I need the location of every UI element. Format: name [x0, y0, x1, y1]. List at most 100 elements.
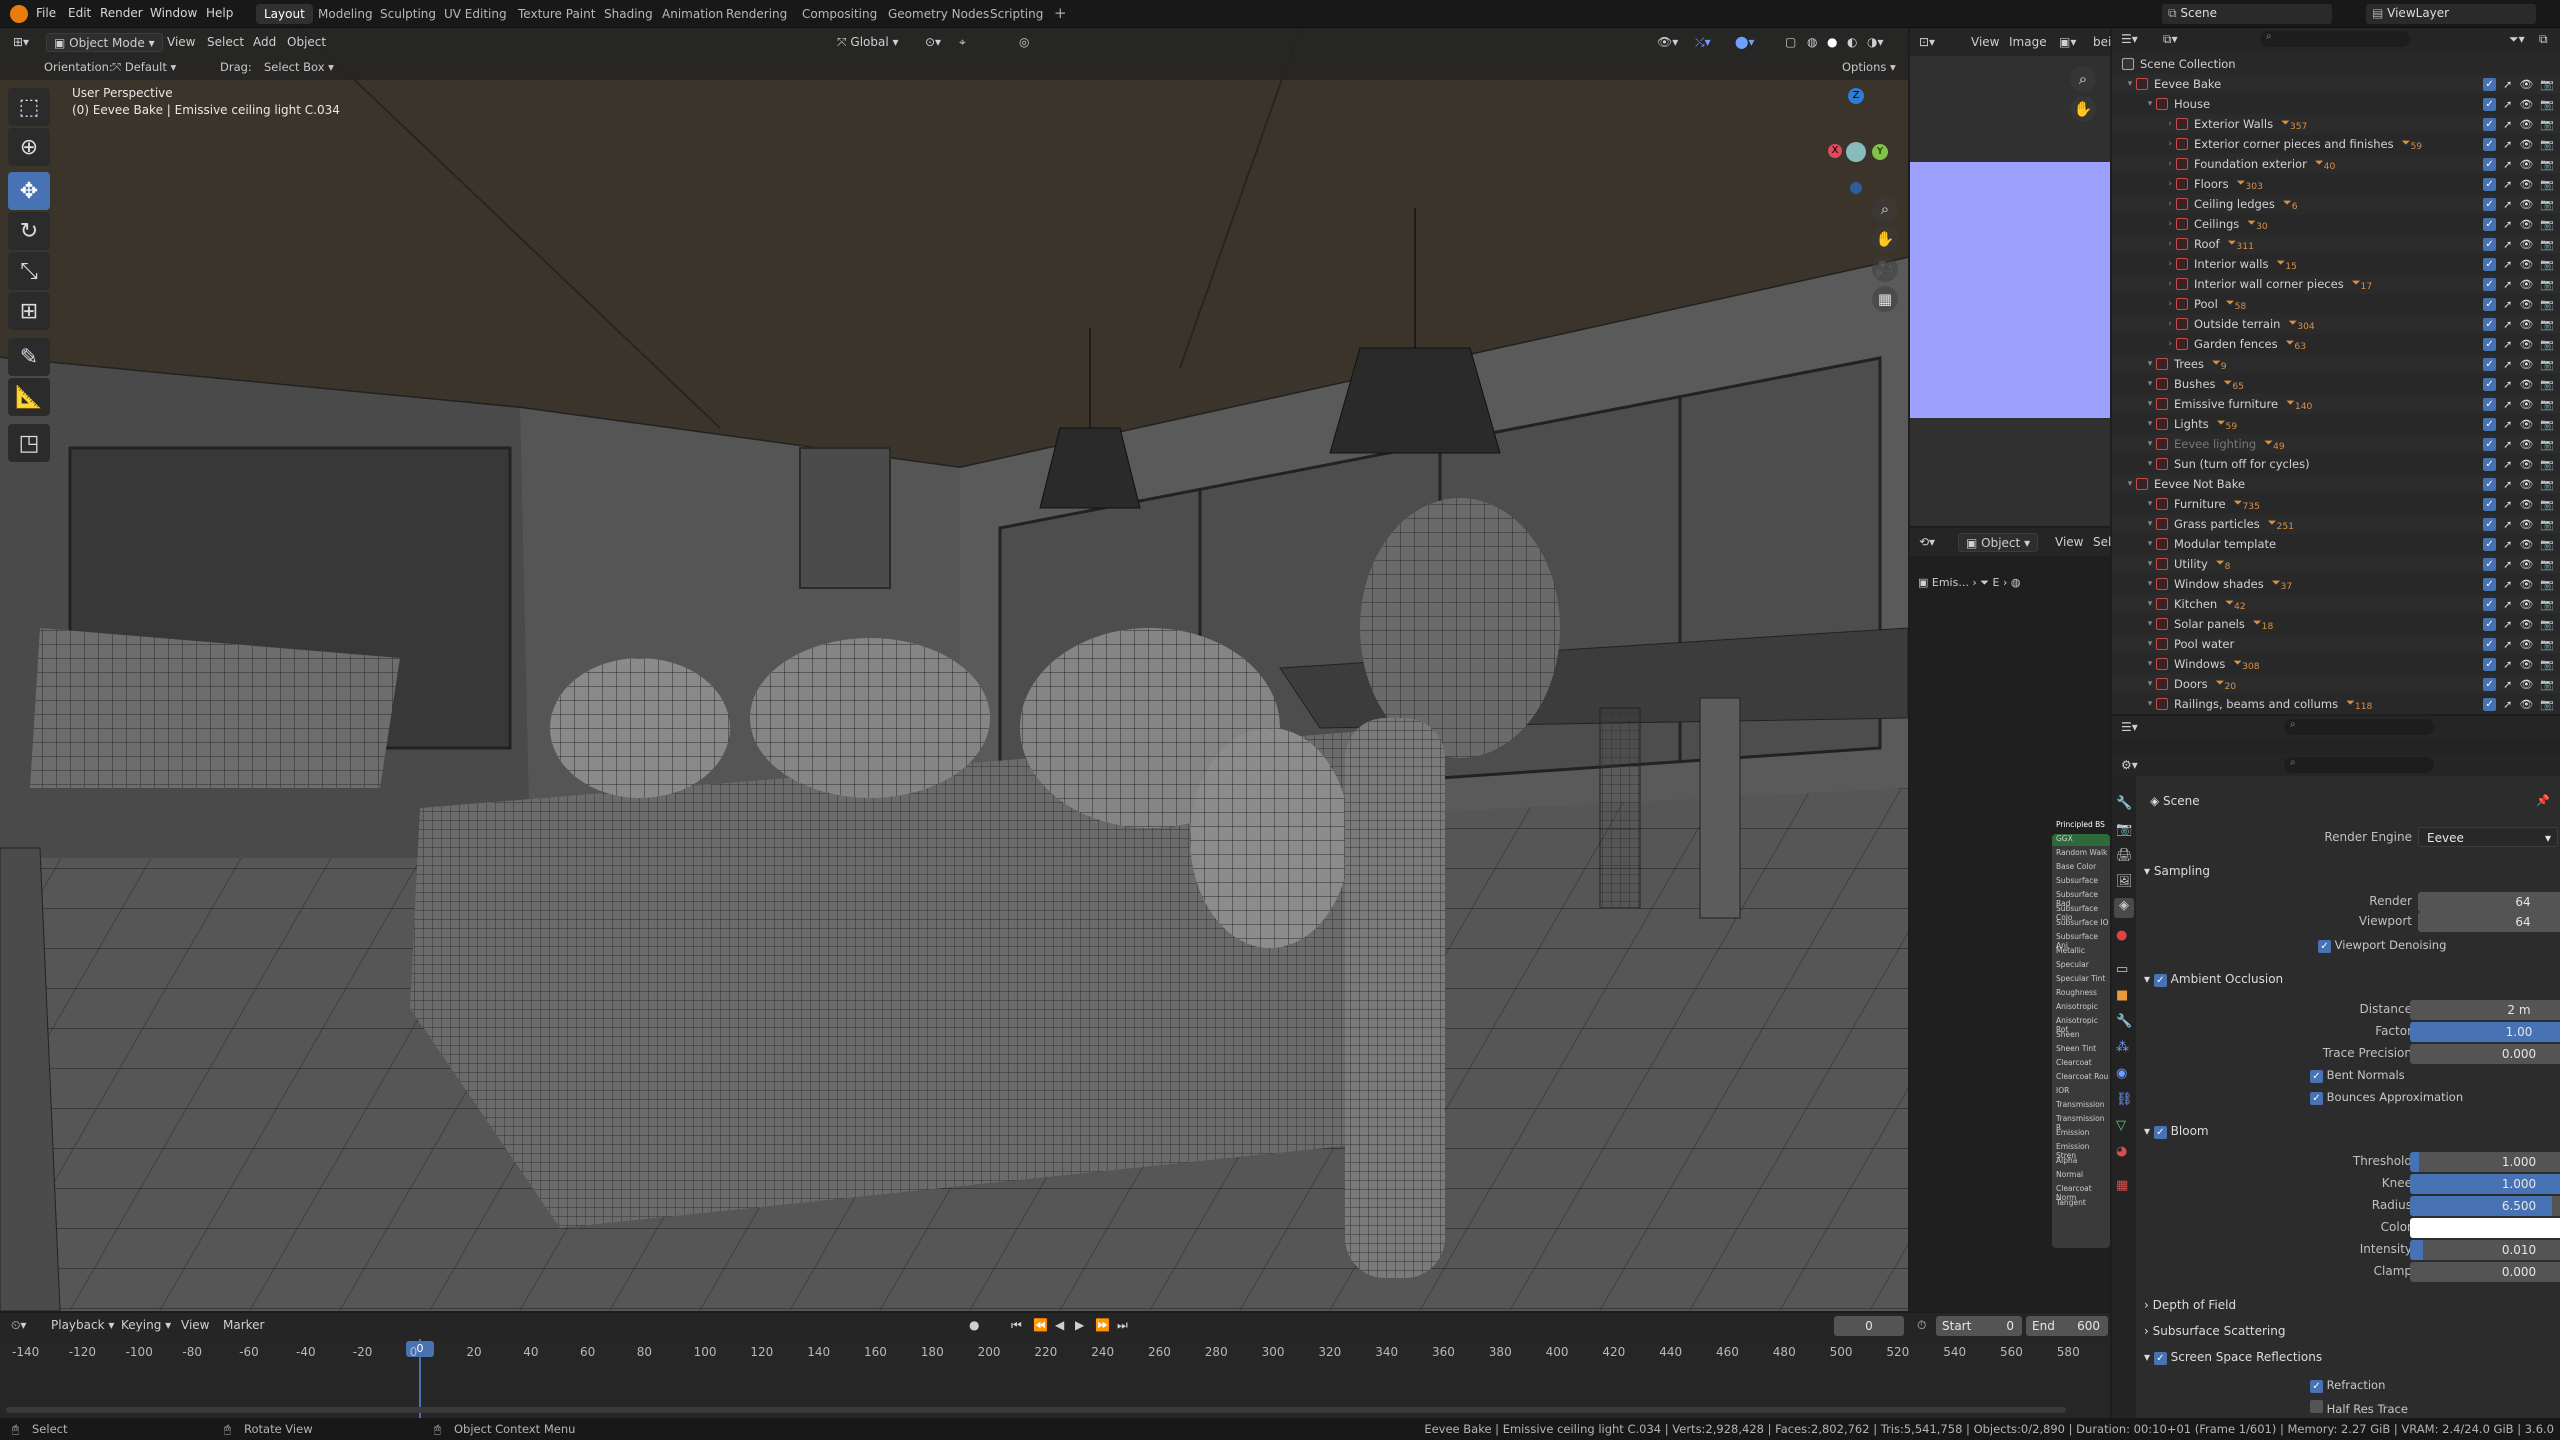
particles-tab-icon[interactable]: ⁂ — [2116, 1040, 2129, 1055]
eye-icon[interactable]: 👁 — [2519, 78, 2533, 91]
object-count-badge[interactable]: ⏷311 — [2228, 236, 2254, 252]
object-count-badge[interactable]: ⏷17 — [2352, 276, 2372, 292]
render-engine-dropdown[interactable]: Eevee ▾ — [2418, 827, 2558, 847]
exclude-checkbox[interactable]: ✓ — [2483, 577, 2497, 591]
collection-tab-icon[interactable]: ▭ — [2116, 962, 2128, 977]
bloom-enable-checkbox[interactable]: ✓ — [2153, 1126, 2167, 1139]
object-count-badge[interactable]: ⏷65 — [2224, 376, 2244, 392]
object-count-badge[interactable]: ⏷304 — [2288, 316, 2314, 332]
eye-icon[interactable]: 👁 — [2519, 358, 2533, 371]
select-box-tool-icon[interactable]: ⬚ — [8, 88, 50, 126]
exclude-checkbox[interactable]: ✓ — [2483, 417, 2497, 431]
eye-icon[interactable]: 👁 — [2519, 278, 2533, 291]
object-count-badge[interactable]: ⏷42 — [2225, 596, 2245, 612]
sss-panel-header[interactable]: › Subsurface Scattering — [2144, 1324, 2285, 1338]
ao-factor-slider[interactable]: 1.00 — [2410, 1022, 2560, 1042]
expand-arrow-icon[interactable]: ▾ — [2144, 559, 2156, 569]
render-camera-icon[interactable]: 📷 — [2540, 658, 2554, 671]
bloom-color-swatch[interactable] — [2410, 1218, 2560, 1238]
exclude-checkbox[interactable]: ✓ — [2483, 117, 2497, 131]
eye-icon[interactable]: 👁 — [2519, 678, 2533, 691]
select-arrow-icon[interactable]: ➚ — [2503, 158, 2512, 171]
outliner-row[interactable]: ▾ Pool water ✓ ➚ 👁 📷 — [2112, 634, 2560, 654]
timeline-type-icon[interactable]: ⏲▾ — [4, 1316, 33, 1335]
eye-icon[interactable]: 👁 — [2519, 138, 2533, 151]
object-count-badge[interactable]: ⏷118 — [2346, 696, 2372, 712]
select-arrow-icon[interactable]: ➚ — [2503, 538, 2512, 551]
orientation-dropdown[interactable]: ⤧ Default ▾ — [112, 60, 176, 75]
expand-arrow-icon[interactable]: ▾ — [2124, 479, 2136, 489]
expand-arrow-icon[interactable]: ▾ — [2144, 459, 2156, 469]
workspace-tab-compositing[interactable]: Compositing — [794, 4, 885, 24]
select-arrow-icon[interactable]: ➚ — [2503, 458, 2512, 471]
blender-logo-icon[interactable] — [10, 5, 28, 23]
object-tab-icon[interactable]: ■ — [2116, 988, 2128, 1003]
properties-editor[interactable]: ☰▾ ⌕ ⚙▾ ⌕ 🔧 📷 🖨 🖼 ◈ ● ▭ ■ 🔧 ⁂ ◉ ⛓ ▽ ◕ ▦ … — [2112, 716, 2560, 1418]
render-camera-icon[interactable]: 📷 — [2540, 278, 2554, 291]
eye-icon[interactable]: 👁 — [2519, 598, 2533, 611]
expand-arrow-icon[interactable]: › — [2164, 119, 2176, 129]
texture-tab-icon[interactable]: ▦ — [2116, 1178, 2128, 1193]
render-camera-icon[interactable]: 📷 — [2540, 98, 2554, 111]
eye-icon[interactable]: 👁 — [2519, 518, 2533, 531]
object-count-badge[interactable]: ⏷9 — [2212, 356, 2227, 372]
eye-icon[interactable]: 👁 — [2519, 658, 2533, 671]
expand-arrow-icon[interactable]: ▾ — [2144, 439, 2156, 449]
node-mode-selector[interactable]: ▣ Object ▾ — [1958, 533, 2039, 552]
outliner-row[interactable]: ▾ Window shades ⏷37 ✓ ➚ 👁 📷 — [2112, 574, 2560, 594]
view-menu[interactable]: View — [160, 33, 202, 52]
object-count-badge[interactable]: ⏷357 — [2281, 116, 2307, 132]
select-arrow-icon[interactable]: ➚ — [2503, 658, 2512, 671]
exclude-checkbox[interactable]: ✓ — [2483, 377, 2497, 391]
render-camera-icon[interactable]: 📷 — [2540, 178, 2554, 191]
scene-selector[interactable]: ⧉ Scene — [2162, 4, 2332, 24]
outliner-row[interactable]: ▾ Kitchen ⏷42 ✓ ➚ 👁 📷 — [2112, 594, 2560, 614]
render-camera-icon[interactable]: 📷 — [2540, 158, 2554, 171]
snap-icon[interactable]: ⌖ — [952, 33, 973, 52]
outliner-row[interactable]: › Floors ⏷303 ✓ ➚ 👁 📷 — [2112, 174, 2560, 194]
tool-tab-icon[interactable]: 🔧 — [2116, 796, 2132, 811]
workspace-tab-scripting[interactable]: Scripting — [982, 4, 1051, 24]
outliner-row[interactable]: › Pool ⏷58 ✓ ➚ 👁 📷 — [2112, 294, 2560, 314]
eye-icon[interactable]: 👁 — [2519, 538, 2533, 551]
select-arrow-icon[interactable]: ➚ — [2503, 118, 2512, 131]
eye-icon[interactable]: 👁 — [2519, 498, 2533, 511]
outliner-row[interactable]: ▾ Doors ⏷20 ✓ ➚ 👁 📷 — [2112, 674, 2560, 694]
eye-icon[interactable]: 👁 — [2519, 218, 2533, 231]
exclude-checkbox[interactable]: ✓ — [2483, 357, 2497, 371]
outliner-filter-icon[interactable]: ⏷▾ — [2502, 30, 2532, 49]
expand-arrow-icon[interactable]: ▾ — [2144, 399, 2156, 409]
expand-arrow-icon[interactable]: › — [2164, 199, 2176, 209]
object-count-badge[interactable]: ⏷15 — [2276, 256, 2296, 272]
render-camera-icon[interactable]: 📷 — [2540, 78, 2554, 91]
render-camera-icon[interactable]: 📷 — [2540, 438, 2554, 451]
workspace-tab-geometry-nodes[interactable]: Geometry Nodes — [880, 4, 997, 24]
bloom-panel-header[interactable]: ▾ ✓ Bloom — [2144, 1124, 2209, 1139]
workspace-tab-sculpting[interactable]: Sculpting — [372, 4, 444, 24]
workspace-tab-modeling[interactable]: Modeling — [310, 4, 381, 24]
exclude-checkbox[interactable]: ✓ — [2483, 637, 2497, 651]
select-arrow-icon[interactable]: ➚ — [2503, 678, 2512, 691]
object-menu[interactable]: Object — [280, 33, 333, 52]
pan-hand-icon[interactable]: ✋ — [1872, 226, 1898, 252]
zoom-icon[interactable]: ⌕ — [1872, 196, 1898, 222]
eye-icon[interactable]: 👁 — [2519, 458, 2533, 471]
render-camera-icon[interactable]: 📷 — [2540, 478, 2554, 491]
outliner[interactable]: ☰▾ ⧉▾ ⌕ ⏷▾ ⧉ Scene Collection ▾ Eevee Bak… — [2112, 28, 2560, 714]
expand-arrow-icon[interactable]: ▾ — [2144, 499, 2156, 509]
render-camera-icon[interactable]: 📷 — [2540, 578, 2554, 591]
menu-file[interactable]: File — [36, 6, 56, 20]
bounces-checkbox[interactable]: ✓ Bounces Approximation — [2310, 1090, 2463, 1105]
physics-tab-icon[interactable]: ◉ — [2116, 1066, 2127, 1081]
object-count-badge[interactable]: ⏷30 — [2247, 216, 2267, 232]
select-arrow-icon[interactable]: ➚ — [2503, 478, 2512, 491]
workspace-tab-texture-paint[interactable]: Texture Paint — [510, 4, 603, 24]
outliner-row[interactable]: › Interior wall corner pieces ⏷17 ✓ ➚ 👁 📷 — [2112, 274, 2560, 294]
exclude-checkbox[interactable]: ✓ — [2483, 197, 2497, 211]
outliner-type-icon[interactable]: ☰▾ — [2114, 30, 2145, 49]
workspace-tab-shading[interactable]: Shading — [596, 4, 661, 24]
exclude-checkbox[interactable]: ✓ — [2483, 217, 2497, 231]
eye-icon[interactable]: 👁 — [2519, 178, 2533, 191]
render-samples-field[interactable]: 64 — [2418, 892, 2560, 912]
outliner-row[interactable]: ▾ Modular template ✓ ➚ 👁 📷 — [2112, 534, 2560, 554]
